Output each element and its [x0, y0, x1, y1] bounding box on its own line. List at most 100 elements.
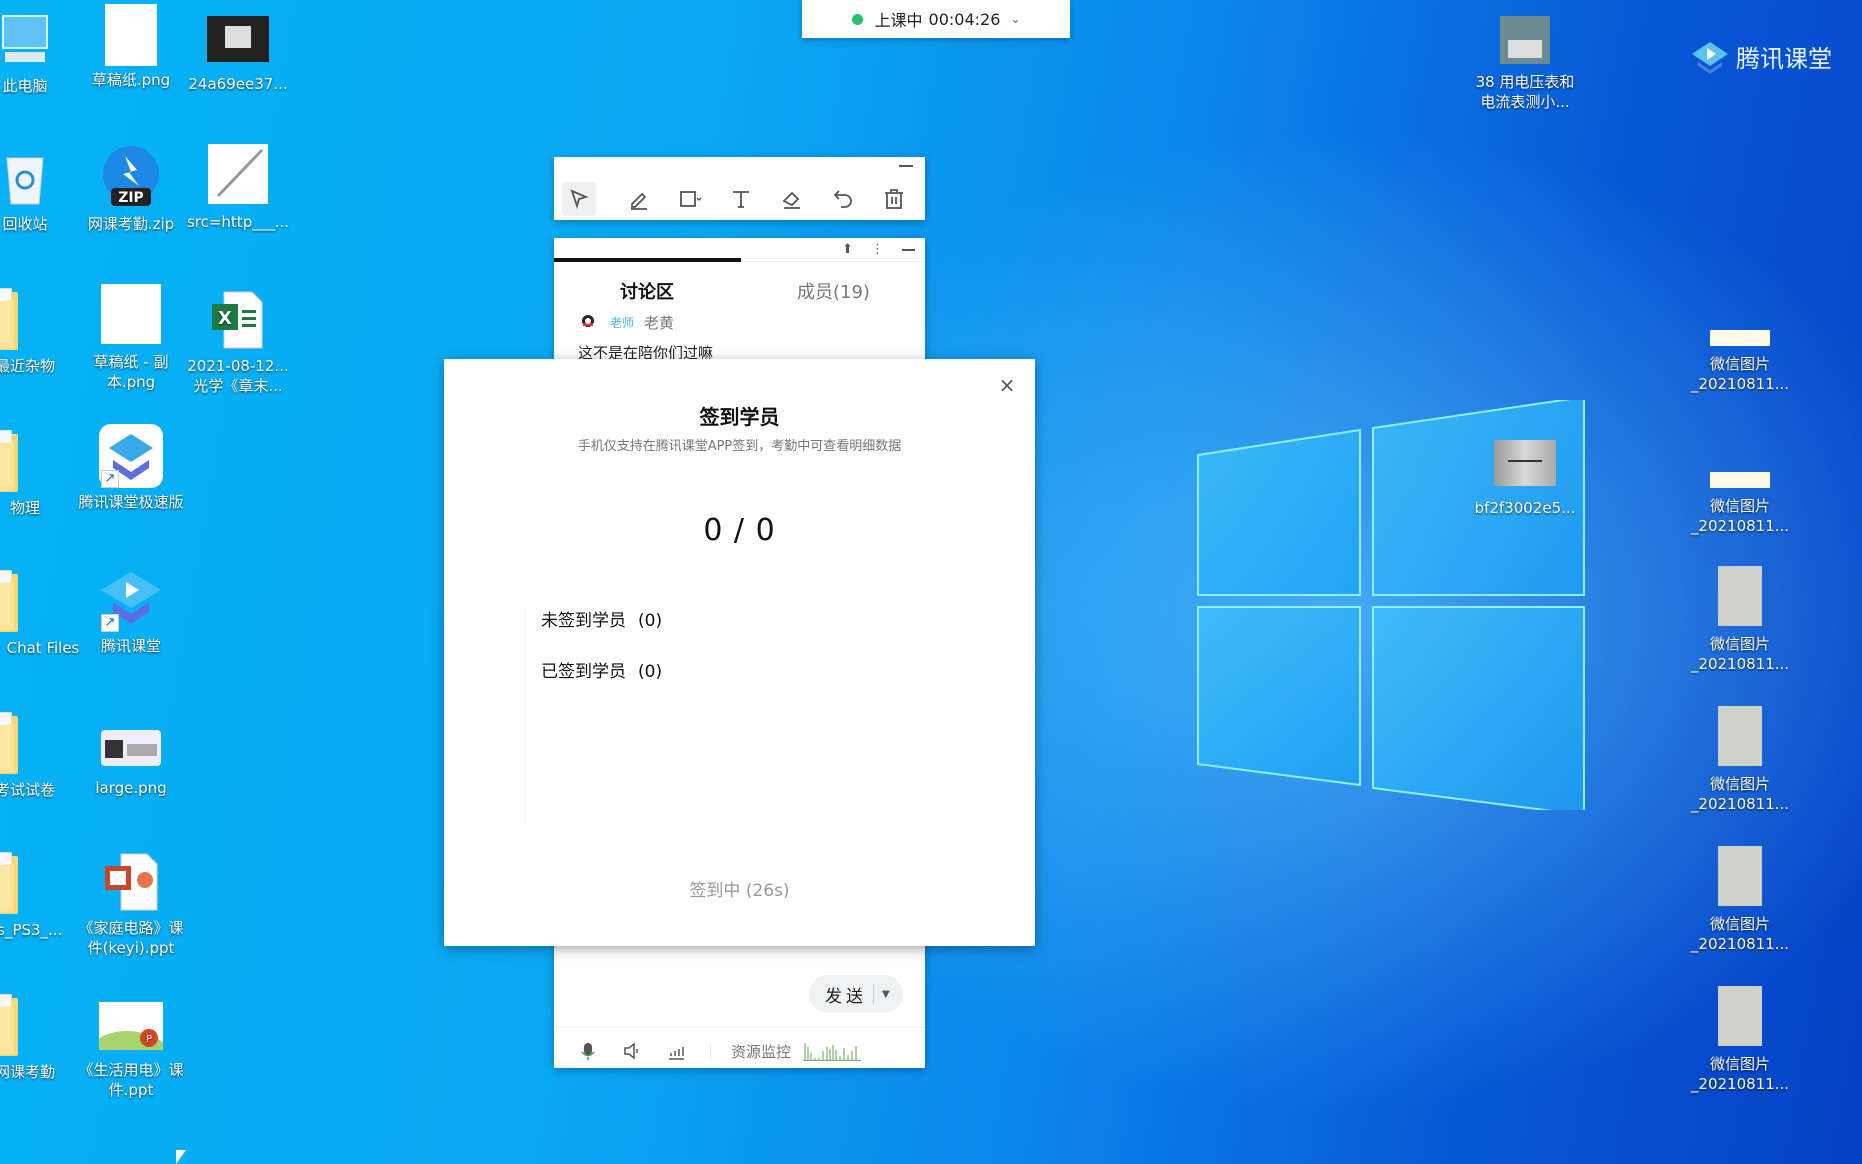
desktop-icon-label: 微信图片_20210811... [1690, 915, 1790, 953]
tencent-classroom-lite-icon: ↗ [99, 424, 163, 488]
rectangle-icon [679, 191, 701, 207]
clear-tool-button[interactable] [868, 182, 919, 216]
select-tool-button[interactable] [562, 182, 596, 216]
desktop-icon-label: 腾讯课堂 [100, 637, 161, 655]
live-status-dot [851, 13, 863, 25]
desktop-icon-src-image[interactable]: src=http___... [183, 144, 293, 232]
not-signed-label: 未签到学员 [541, 611, 626, 631]
image-thumbnail-icon [1710, 472, 1770, 488]
folder-icon [0, 712, 20, 777]
speaker-icon[interactable] [622, 1041, 642, 1061]
send-divider [873, 984, 874, 1004]
pin-icon[interactable]: ⬆ [842, 242, 853, 257]
image-thumbnail-icon [1718, 986, 1762, 1046]
send-button[interactable]: 发送 ▼ [809, 975, 903, 1013]
undo-icon [833, 190, 852, 208]
chevron-down-icon[interactable]: ▼ [882, 989, 890, 1000]
desktop-icon-recycle-bin[interactable]: 回收站 [0, 146, 80, 234]
resource-monitor-sparkline[interactable] [803, 1041, 862, 1061]
desktop-icon-label: 腾讯课堂极速版 [78, 493, 184, 511]
student-list: 未签到学员 (0) 已签到学员 (0) [524, 606, 974, 826]
microphone-icon[interactable] [578, 1041, 598, 1061]
signal-level-icon[interactable] [666, 1041, 686, 1061]
dialog-subtitle: 手机仅支持在腾讯课堂APP签到，考勤中可查看明细数据 [577, 439, 902, 454]
desktop-icon-chat-files[interactable]: Chat Files [0, 570, 80, 658]
desktop-icon-label: 24a69ee37... [188, 75, 288, 93]
minimize-button[interactable] [899, 165, 913, 167]
eraser-tool-button[interactable] [766, 182, 817, 216]
desktop-icon-label: 微信图片_20210811... [1690, 1055, 1790, 1093]
desktop-icon-large-png[interactable]: large.png [76, 730, 186, 798]
desktop-icon-attendance-folder[interactable]: 网课考勤 [0, 994, 80, 1082]
tab-discussion[interactable]: 讨论区 [620, 278, 674, 304]
desktop-icon-wechat-image-1[interactable]: 微信图片_20210811... [1685, 330, 1795, 394]
trash-icon [884, 189, 903, 209]
more-options-icon[interactable]: ⋮ [871, 242, 884, 257]
desktop-icon-tencent-classroom[interactable]: ↗ 腾讯课堂 [76, 568, 186, 656]
video-thumbnail-icon [1500, 16, 1550, 64]
desktop-icon-label: 物理 [9, 499, 40, 517]
chat-bottom-bar: 资源监控 [578, 1038, 862, 1064]
svg-text:X: X [218, 308, 232, 329]
desktop-icon-tencent-classroom-lite[interactable]: ↗ 腾讯课堂极速版 [76, 424, 186, 512]
desktop-icon-wechat-image-5[interactable]: 微信图片_20210811... [1685, 846, 1795, 954]
sign-in-dialog: × 签到学员 手机仅支持在腾讯课堂APP签到，考勤中可查看明细数据 0 / 0 … [444, 359, 1035, 946]
desktop-icon-label: 草稿纸.png [91, 71, 171, 89]
desktop-icon-video-38[interactable]: 38 用电压表和电流表测小... [1470, 16, 1580, 112]
class-status-bar[interactable]: 上课中 00:04:26 ⌄ [802, 0, 1070, 38]
tencent-classroom-icon: ↗ [99, 568, 163, 632]
class-elapsed-time: 00:04:26 [928, 9, 1001, 29]
text-icon [732, 191, 749, 208]
desktop-icon-home-circuit-ppt[interactable]: 《家庭电路》课件(keyi).ppt [76, 850, 186, 958]
desktop-icon-wechat-image-4[interactable]: 微信图片_20210811... [1685, 706, 1795, 814]
desktop-icon-label: 微信图片_20210811... [1690, 497, 1790, 535]
mouse-cursor [176, 1150, 186, 1164]
drawing-toolbar-panel [554, 157, 925, 220]
shape-tool-button[interactable] [664, 182, 715, 216]
desktop-icon-label: 微信图片_20210811... [1690, 635, 1790, 673]
folder-icon [0, 570, 20, 635]
desktop-icon-us-ps3[interactable]: us_PS3_... [0, 852, 80, 940]
desktop-icon-wechat-image-3[interactable]: 微信图片_20210811... [1685, 566, 1795, 674]
image-thumbnail-icon [1718, 846, 1762, 906]
close-icon[interactable]: × [997, 375, 1017, 395]
desktop-icon-life-electricity-ppt[interactable]: P 《生活用电》课件.ppt [76, 1002, 186, 1100]
desktop-icon-bf2f3002[interactable]: bf2f3002e5... [1470, 440, 1580, 518]
desktop-icon-recent-folder[interactable]: 最近杂物 [0, 288, 80, 376]
desktop-icon-label: 38 用电压表和电流表测小... [1475, 73, 1575, 111]
desktop-icon-image-24a69[interactable]: 24a69ee37... [183, 16, 293, 94]
recycle-bin-icon [0, 146, 57, 210]
svg-text:ZIP: ZIP [118, 190, 144, 206]
divider [710, 1042, 711, 1060]
signed-group[interactable]: 已签到学员 (0) [541, 657, 662, 682]
text-tool-button[interactable] [715, 182, 766, 216]
desktop-icon-zip[interactable]: ZIP 网课考勤.zip [76, 146, 186, 234]
desktop-icon-exam-folder[interactable]: 考试试卷 [0, 712, 80, 800]
bottom-divider [554, 1027, 925, 1028]
undo-tool-button[interactable] [817, 182, 868, 216]
desktop-icon-wechat-image-2[interactable]: 微信图片_20210811... [1685, 472, 1795, 536]
desktop-icon-this-pc[interactable]: 此电脑 [0, 8, 80, 96]
message-meta: 老师 老黄 [580, 312, 674, 333]
image-thumbnail-icon [101, 284, 161, 344]
desktop-icon-label: us_PS3_... [0, 921, 63, 939]
minimize-button[interactable] [902, 248, 915, 251]
chevron-down-icon[interactable]: ⌄ [1010, 12, 1020, 26]
not-signed-group[interactable]: 未签到学员 (0) [541, 606, 662, 631]
desktop-icon-physics-folder[interactable]: 物理 [0, 430, 80, 518]
shortcut-arrow-icon: ↗ [101, 614, 119, 632]
tab-members[interactable]: 成员(19) [797, 278, 870, 304]
desktop-icon-label: src=http___... [186, 213, 290, 231]
desktop-icon-draft-png[interactable]: 草稿纸.png [76, 4, 186, 90]
sign-in-status: 签到中 (26s) [689, 881, 790, 901]
desktop-icon-wechat-image-6[interactable]: 微信图片_20210811... [1685, 986, 1795, 1094]
eraser-icon [781, 191, 800, 209]
desktop-icon-draft-copy[interactable]: 草稿纸 - 副本.png [76, 284, 186, 392]
image-thumbnail-icon [1494, 440, 1556, 486]
image-thumbnail-icon [207, 16, 269, 62]
desktop-icon-excel[interactable]: X 2021-08-12... 光学《章末... [183, 288, 293, 396]
zip-archive-icon: ZIP [99, 146, 163, 210]
pen-tool-button[interactable] [613, 182, 664, 216]
resource-monitor-label[interactable]: 资源监控 [731, 1041, 791, 1062]
dialog-title: 签到学员 [699, 405, 780, 429]
